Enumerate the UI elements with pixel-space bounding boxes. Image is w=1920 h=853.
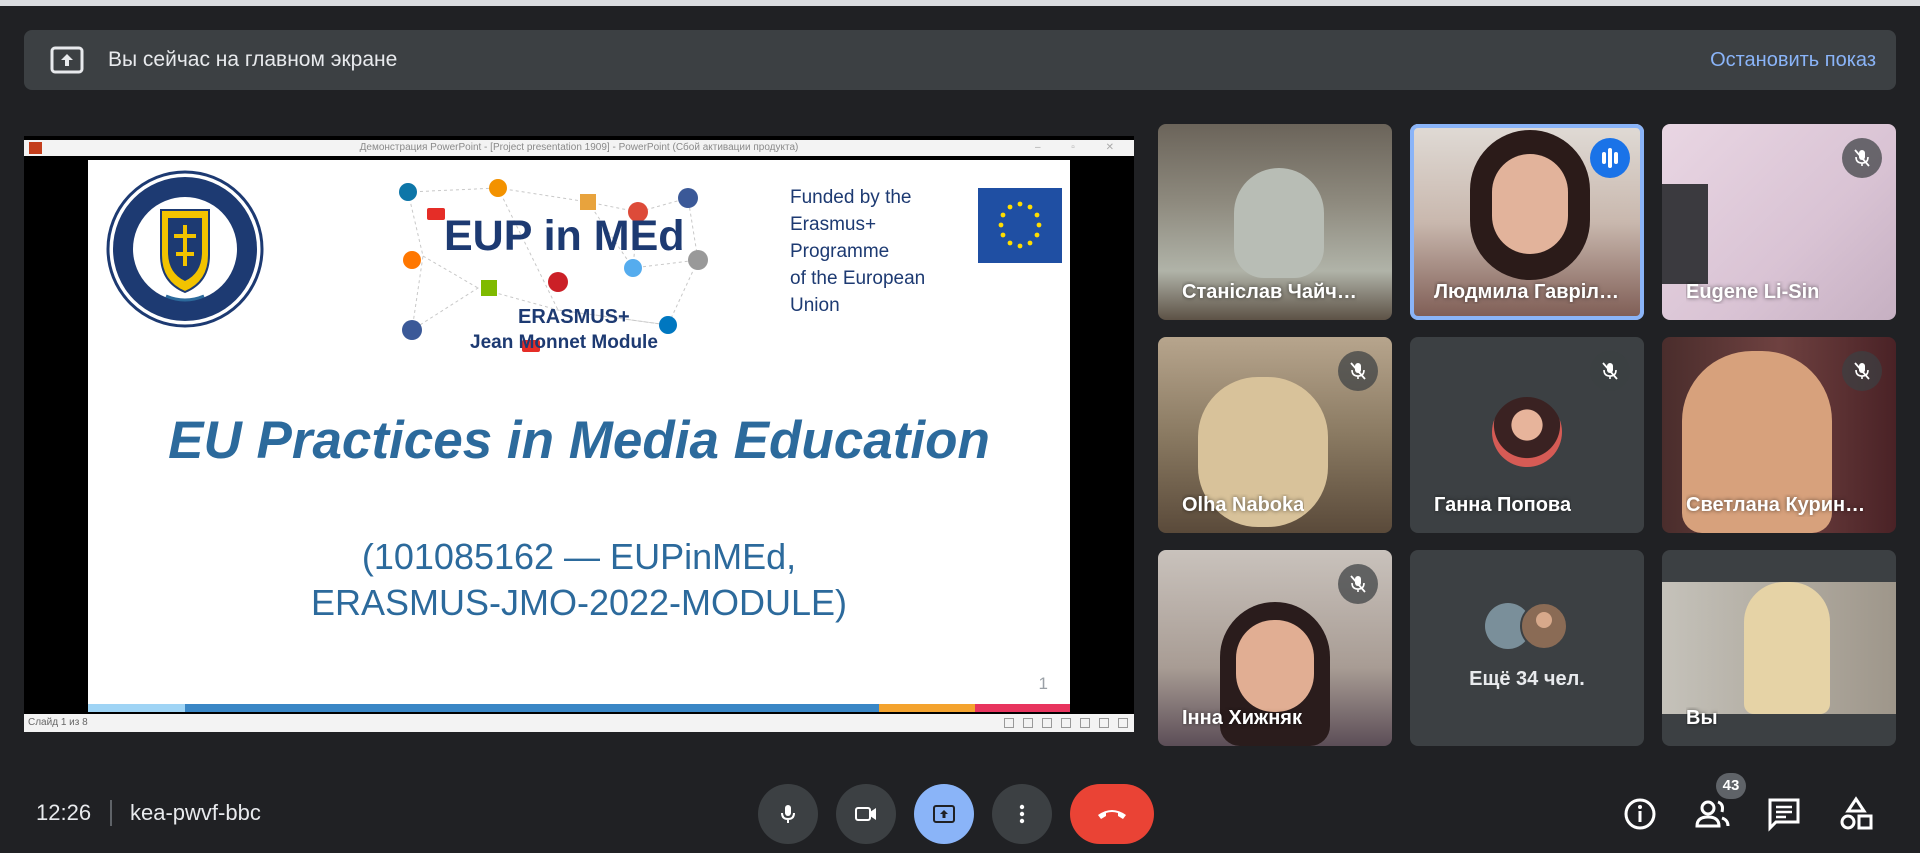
leave-call-button[interactable]: [1070, 784, 1154, 844]
slide-title: EU Practices in Media Education: [168, 411, 990, 470]
participant-name: Станіслав Чайч…: [1182, 281, 1357, 303]
funded-line: Funded by the: [790, 187, 912, 208]
present-button[interactable]: [914, 784, 974, 844]
avatar: [1492, 397, 1562, 467]
participant-tile[interactable]: Olha Naboka: [1158, 337, 1392, 533]
participant-avatars: [1485, 602, 1568, 650]
participant-tile[interactable]: Eugene Li-Sin: [1662, 124, 1896, 320]
activities-icon[interactable]: [1838, 796, 1874, 832]
facebook-icon-2: [402, 320, 422, 340]
participant-name: Olha Naboka: [1182, 494, 1305, 516]
participant-name: Вы: [1686, 707, 1718, 729]
more-participants-tile[interactable]: Ещё 34 чел.: [1410, 550, 1644, 746]
funded-line: of the European Union: [790, 268, 926, 316]
participant-name: Людмила Гавріл…: [1434, 281, 1619, 303]
stop-presenting-button[interactable]: Остановить показ: [1710, 30, 1876, 90]
mic-icon: [781, 805, 795, 823]
participant-video: [1234, 168, 1324, 278]
apple-icon: [688, 250, 708, 270]
normal-view-icon[interactable]: [1061, 718, 1071, 728]
erasmus-label: ERASMUS+: [518, 306, 630, 328]
participant-name: Светлана Курин…: [1686, 494, 1866, 516]
window-buttons: – ▫ ✕: [1034, 142, 1128, 153]
reading-view-icon[interactable]: [1099, 718, 1109, 728]
meeting-code: kea-pwvf-bbc: [130, 800, 261, 825]
sorter-view-icon[interactable]: [1080, 718, 1090, 728]
info-icon[interactable]: [1622, 796, 1658, 832]
mic-off-icon: [1590, 351, 1630, 391]
subtitle-line: ERASMUS-JMO-2022-MODULE): [310, 582, 848, 623]
people-count-badge: 43: [1716, 773, 1746, 799]
top-edge: [0, 0, 1920, 6]
self-tile[interactable]: Вы: [1662, 550, 1896, 746]
mic-off-icon: [1842, 351, 1882, 391]
participant-name: Інна Хижняк: [1182, 707, 1302, 729]
participant-tile[interactable]: Людмила Гавріл…: [1410, 124, 1644, 320]
mic-off-icon: [1338, 351, 1378, 391]
funded-line: Erasmus+ Programme: [790, 214, 890, 262]
presenting-banner: Вы сейчас на главном экране Остановить п…: [24, 30, 1896, 90]
participant-tile[interactable]: Светлана Курин…: [1662, 337, 1896, 533]
university-seal-logo: [106, 170, 264, 328]
youtube-icon: [427, 208, 445, 220]
mic-button[interactable]: [758, 784, 818, 844]
more-participants-text: Ещё 34 чел.: [1469, 668, 1585, 690]
camera-button[interactable]: [836, 784, 896, 844]
mic-off-icon: [1338, 564, 1378, 604]
people-icon[interactable]: [1694, 796, 1730, 832]
slide-counter: Слайд 1 из 8: [28, 717, 88, 728]
more-vert-icon: [1019, 804, 1025, 824]
statusbar-controls[interactable]: [1004, 718, 1128, 728]
hangup-icon: [1098, 810, 1126, 819]
self-face: [1744, 582, 1830, 714]
participant-video: [1662, 184, 1708, 284]
powerpoint-statusbar: Слайд 1 из 8: [24, 714, 1134, 732]
window-title: Демонстрация PowerPoint - [Project prese…: [359, 142, 799, 153]
participant-face: [1492, 154, 1568, 254]
slide-color-bar: [88, 704, 1070, 712]
slideshow-view-icon[interactable]: [1118, 718, 1128, 728]
participant-tile[interactable]: Станіслав Чайч…: [1158, 124, 1392, 320]
next-slide-icon[interactable]: [1042, 718, 1052, 728]
self-video: [1662, 582, 1896, 714]
facebook-icon: [678, 188, 698, 208]
slide-page-number: 1: [1038, 674, 1048, 693]
divider: [110, 800, 112, 826]
participant-name: Ганна Попова: [1434, 494, 1572, 516]
powerpoint-titlebar: Демонстрация PowerPoint - [Project prese…: [24, 140, 1134, 156]
slide-subtitle: (101085162 — EUPinMEd, ERASMUS-JMO-2022-…: [88, 534, 1070, 626]
speaking-indicator-icon: [1590, 138, 1630, 178]
slide: EUP in MEd ERASMUS+ Jean Monnet Module F…: [88, 160, 1070, 712]
chat-icon[interactable]: [1766, 796, 1802, 832]
drupal-icon: [659, 316, 677, 334]
shared-presentation: Демонстрация PowerPoint - [Project prese…: [24, 136, 1134, 732]
participant-name: Eugene Li-Sin: [1686, 281, 1820, 303]
presenting-text: Вы сейчас на главном экране: [108, 48, 398, 71]
module-label: Jean Monnet Module: [470, 332, 658, 353]
eu-flag-icon: [978, 188, 1062, 263]
menu-icon[interactable]: [1023, 718, 1033, 728]
eup-logo-title: EUP in MEd: [444, 212, 685, 260]
participant-face: [1236, 620, 1314, 712]
windows-icon-2: [481, 280, 497, 296]
subtitle-line: (101085162 — EUPinMEd,: [361, 536, 797, 577]
rss-icon: [489, 179, 507, 197]
funded-by-text: Funded by the Erasmus+ Programme of the …: [790, 184, 970, 319]
camera-icon: [855, 807, 876, 821]
present-icon: [933, 805, 955, 823]
windows-icon: [580, 194, 596, 210]
linkedin-icon: [399, 183, 417, 201]
prev-slide-icon[interactable]: [1004, 718, 1014, 728]
soundcloud-icon: [403, 251, 421, 269]
participant-tile[interactable]: Інна Хижняк: [1158, 550, 1392, 746]
pinterest-icon: [548, 272, 568, 292]
meeting-time: 12:26: [36, 800, 92, 825]
powerpoint-icon: [29, 142, 42, 154]
twitter-icon: [624, 259, 642, 277]
more-options-button[interactable]: [992, 784, 1052, 844]
present-screen-icon: [50, 46, 84, 74]
participant-tile[interactable]: Ганна Попова: [1410, 337, 1644, 533]
mic-off-icon: [1842, 138, 1882, 178]
